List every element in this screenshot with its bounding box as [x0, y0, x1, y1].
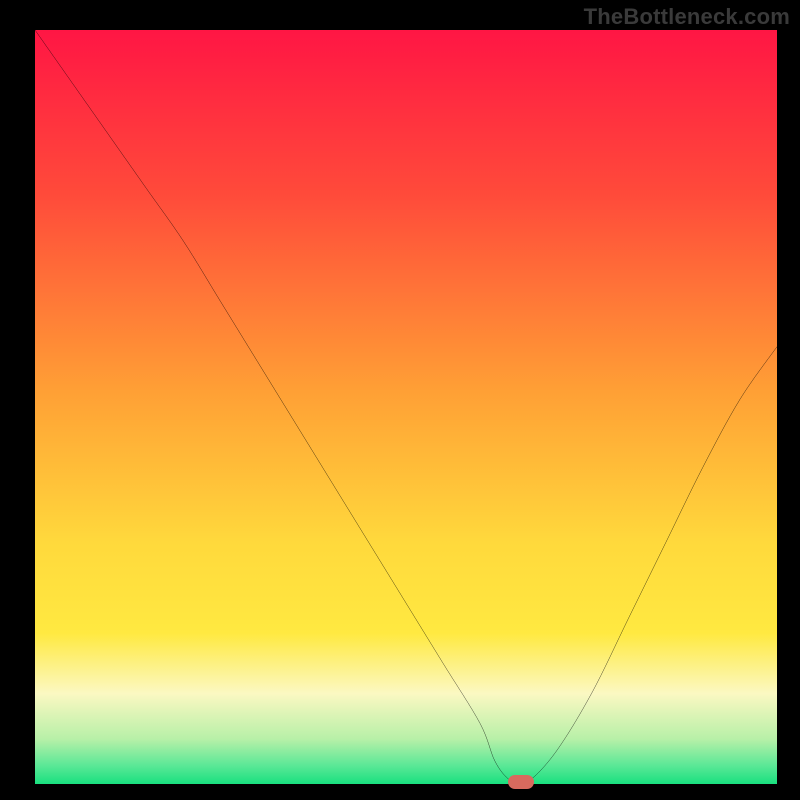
plot-area: [35, 30, 777, 784]
chart-container: TheBottleneck.com: [0, 0, 800, 800]
attribution-watermark: TheBottleneck.com: [584, 4, 790, 30]
gradient-background: [35, 30, 777, 784]
plot-svg: [35, 30, 777, 784]
optimum-marker: [508, 775, 534, 789]
